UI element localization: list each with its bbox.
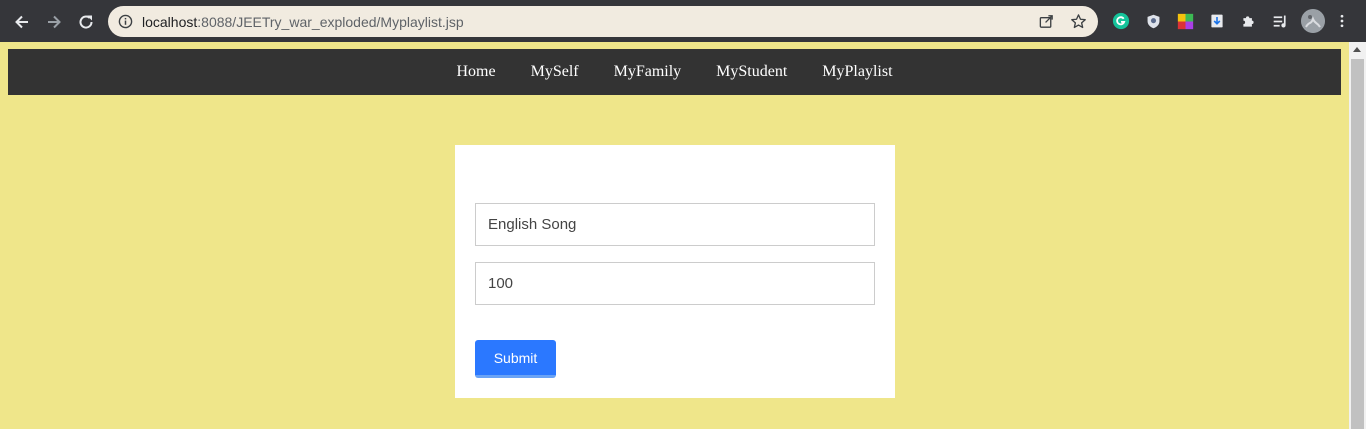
song-name-input[interactable] — [475, 203, 875, 246]
main-navigation: Home MySelf MyFamily MyStudent MyPlaylis… — [8, 49, 1341, 95]
forward-arrow-icon — [48, 15, 61, 29]
download-extension-icon[interactable] — [1207, 11, 1227, 31]
bookmark-star-icon[interactable] — [1070, 13, 1087, 30]
submit-button[interactable]: Submit — [475, 340, 556, 378]
nav-item-myplaylist[interactable]: MyPlaylist — [805, 49, 910, 95]
scrollbar-thumb[interactable] — [1351, 59, 1364, 429]
nav-item-home[interactable]: Home — [439, 49, 513, 95]
shield-extension-icon[interactable] — [1143, 11, 1163, 31]
back-arrow-icon — [15, 15, 28, 29]
url-host: localhost — [142, 14, 198, 30]
info-icon[interactable] — [118, 14, 133, 29]
grammarly-extension-icon[interactable] — [1111, 11, 1131, 31]
forward-button[interactable] — [41, 9, 67, 35]
page-scrollbar[interactable] — [1349, 42, 1366, 429]
back-button[interactable] — [9, 9, 35, 35]
nav-item-myfamily[interactable]: MyFamily — [596, 49, 699, 95]
url-path: :8088/JEETry_war_exploded/Myplaylist.jsp — [197, 14, 464, 30]
profile-avatar[interactable] — [1301, 9, 1325, 33]
browser-toolbar: localhost:8088/JEETry_war_exploded/Mypla… — [0, 0, 1366, 42]
extensions-puzzle-icon[interactable] — [1238, 11, 1258, 31]
song-count-input[interactable] — [475, 262, 875, 305]
browser-menu-icon[interactable] — [1332, 11, 1352, 31]
reload-button[interactable] — [73, 9, 99, 35]
nav-item-myself[interactable]: MySelf — [513, 49, 596, 95]
share-icon[interactable] — [1038, 13, 1055, 30]
playlist-form-card: Submit — [455, 145, 895, 398]
address-bar[interactable]: localhost:8088/JEETry_war_exploded/Mypla… — [108, 6, 1098, 37]
media-playlist-icon[interactable] — [1270, 11, 1290, 31]
color-palette-extension-icon[interactable] — [1175, 11, 1195, 31]
url-text[interactable]: localhost:8088/JEETry_war_exploded/Mypla… — [142, 14, 464, 30]
reload-icon — [79, 15, 93, 29]
nav-item-mystudent[interactable]: MyStudent — [699, 49, 805, 95]
scroll-up-arrow-icon[interactable] — [1353, 47, 1361, 52]
